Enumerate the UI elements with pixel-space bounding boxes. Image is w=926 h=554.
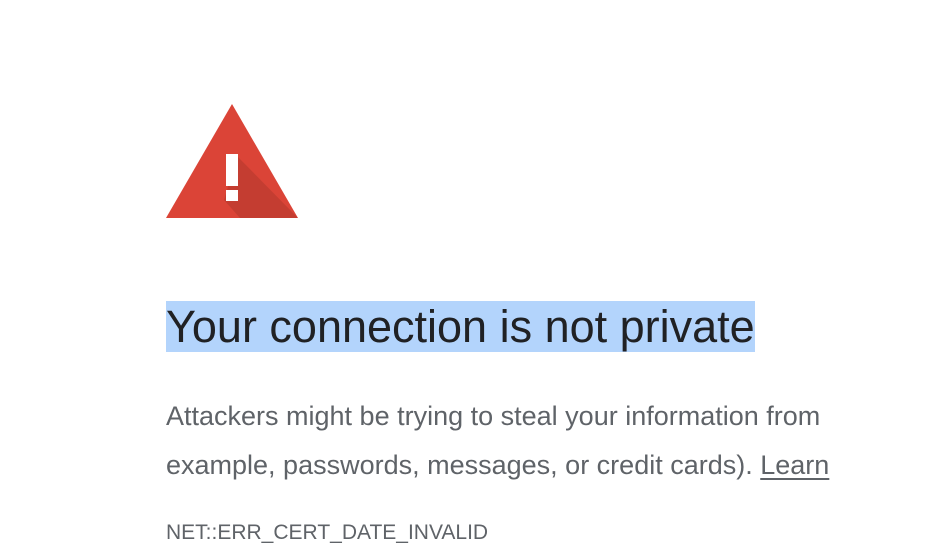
explanation-line-1: Attackers might be trying to steal your … <box>166 401 821 431</box>
explanation-line-2: example, passwords, messages, or credit … <box>166 441 926 490</box>
selected-heading-text: Your connection is not private <box>166 301 755 352</box>
error-code: NET::ERR_CERT_DATE_INVALID <box>166 521 489 544</box>
explanation-line-2-text: example, passwords, messages, or credit … <box>166 450 753 480</box>
page-title: Your connection is not private <box>166 298 757 356</box>
explanation-paragraph: Attackers might be trying to steal your … <box>166 392 926 490</box>
warning-triangle-icon <box>166 104 298 218</box>
learn-more-link[interactable]: Learn <box>760 450 829 480</box>
